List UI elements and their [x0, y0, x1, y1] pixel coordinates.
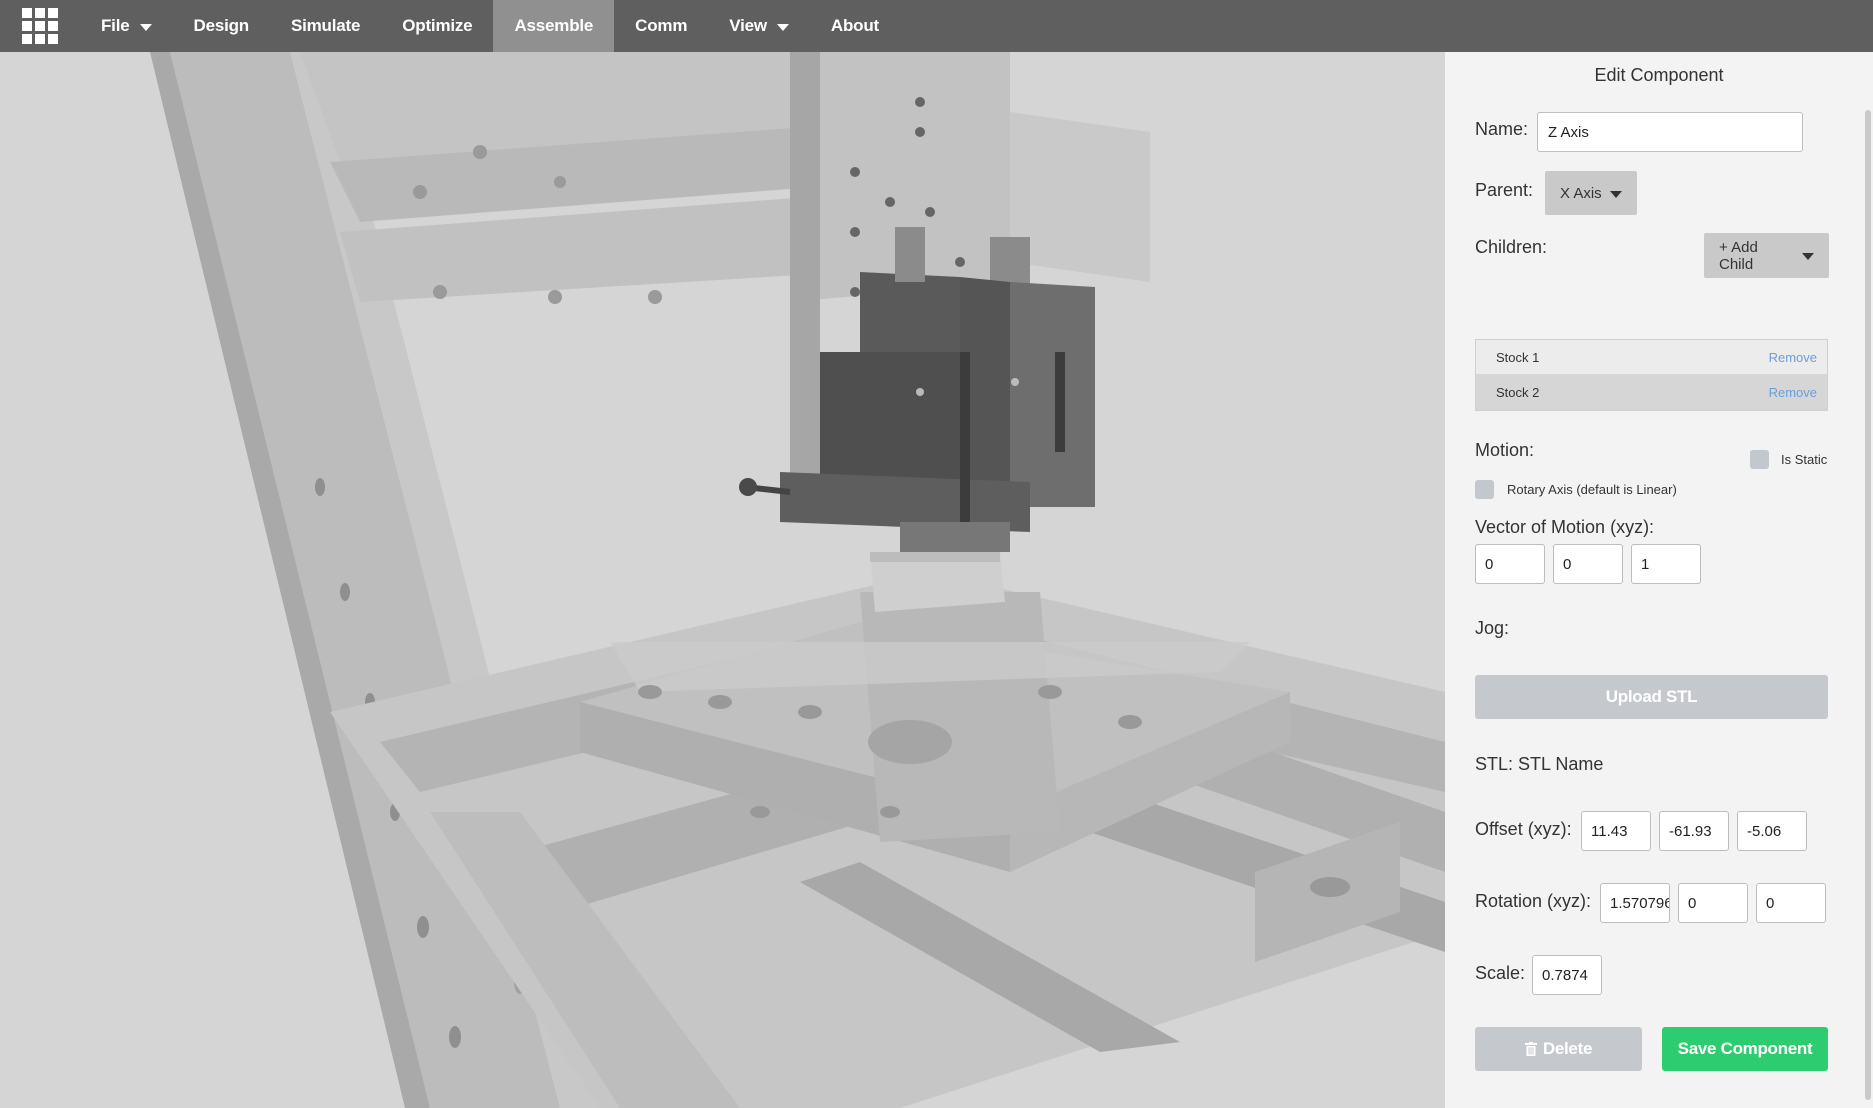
- chevron-down-icon: [776, 23, 789, 31]
- vector-x-input[interactable]: 0: [1475, 544, 1545, 584]
- vector-z-input[interactable]: 1: [1631, 544, 1701, 584]
- list-item: Stock 1 Remove: [1476, 340, 1827, 375]
- list-item: Stock 2 Remove: [1476, 375, 1827, 410]
- nav-file-label: File: [101, 16, 130, 35]
- rotation-label: Rotation (xyz):: [1475, 891, 1592, 911]
- machine-model-render: [0, 52, 1445, 1108]
- offset-y-input[interactable]: -61.93: [1659, 811, 1729, 851]
- nav-about-label: About: [830, 16, 879, 35]
- parent-dropdown-value: X Axis: [1560, 184, 1602, 202]
- motion-label: Motion:: [1475, 440, 1535, 460]
- scale-label: Scale:: [1475, 963, 1526, 983]
- name-input[interactable]: Z Axis: [1537, 112, 1803, 152]
- stl-label: STL:: [1475, 754, 1514, 774]
- child-name: Stock 2: [1496, 385, 1540, 400]
- rotary-axis-checkbox[interactable]: [1475, 480, 1494, 499]
- vector-y-input[interactable]: 0: [1553, 544, 1623, 584]
- chevron-down-icon: [1802, 253, 1814, 260]
- upload-stl-label: Upload STL: [1605, 687, 1698, 706]
- nav-view[interactable]: View: [708, 0, 810, 52]
- nav-comm[interactable]: Comm: [614, 0, 708, 52]
- nav-optimize[interactable]: Optimize: [381, 0, 493, 52]
- nav-assemble-label: Assemble: [514, 16, 594, 35]
- offset-x-input[interactable]: 11.43: [1581, 811, 1651, 851]
- name-label: Name:: [1475, 119, 1529, 139]
- upload-stl-button[interactable]: Upload STL: [1475, 675, 1828, 719]
- scale-input[interactable]: 0.7874: [1532, 955, 1602, 995]
- remove-child-link[interactable]: Remove: [1769, 350, 1817, 365]
- nav-view-label: View: [729, 16, 767, 35]
- add-child-dropdown[interactable]: + Add Child: [1704, 233, 1829, 278]
- parent-dropdown[interactable]: X Axis: [1545, 171, 1637, 215]
- nav-design[interactable]: Design: [173, 0, 270, 52]
- is-static-label: Is Static: [1781, 452, 1828, 467]
- save-component-label: Save Component: [1677, 1039, 1813, 1058]
- chevron-down-icon: [139, 23, 152, 31]
- rotation-y-input[interactable]: 0: [1678, 883, 1748, 923]
- save-component-button[interactable]: Save Component: [1662, 1027, 1828, 1071]
- top-navbar: File Design Simulate Optimize Assemble C…: [0, 0, 1873, 52]
- 3d-viewport[interactable]: [0, 52, 1445, 1108]
- nav-optimize-label: Optimize: [402, 16, 473, 35]
- add-child-label: + Add Child: [1719, 238, 1758, 273]
- children-label: Children:: [1475, 237, 1548, 257]
- edit-component-panel: Edit Component Name: Z Axis Parent: X Ax…: [1445, 52, 1873, 1108]
- vector-label: Vector of Motion (xyz):: [1475, 517, 1655, 537]
- rotation-z-input[interactable]: 0: [1756, 883, 1826, 923]
- nav-simulate-label: Simulate: [290, 16, 361, 35]
- rotation-x-input[interactable]: 1.5707963: [1600, 883, 1670, 923]
- panel-scrollbar[interactable]: [1865, 110, 1871, 1100]
- offset-label: Offset (xyz):: [1475, 819, 1572, 839]
- delete-label: Delete: [1542, 1039, 1593, 1058]
- children-list: Stock 1 Remove Stock 2 Remove: [1475, 339, 1828, 411]
- is-static-checkbox[interactable]: [1750, 450, 1769, 469]
- nav-assemble[interactable]: Assemble: [493, 0, 615, 52]
- stl-name: STL Name: [1518, 754, 1604, 774]
- app-grid-icon[interactable]: [0, 0, 80, 52]
- parent-label: Parent:: [1475, 180, 1534, 200]
- nav-about[interactable]: About: [810, 0, 900, 52]
- remove-child-link[interactable]: Remove: [1769, 385, 1817, 400]
- nav-simulate[interactable]: Simulate: [270, 0, 381, 52]
- chevron-down-icon: [1609, 190, 1622, 198]
- child-name: Stock 1: [1496, 349, 1540, 365]
- nav-comm-label: Comm: [635, 16, 688, 35]
- rotary-axis-label: Rotary Axis (default is Linear): [1507, 482, 1677, 497]
- nav-file[interactable]: File: [80, 0, 173, 52]
- delete-button[interactable]: Delete: [1475, 1027, 1642, 1071]
- nav-design-label: Design: [193, 16, 250, 35]
- jog-label: Jog:: [1475, 618, 1510, 638]
- offset-z-input[interactable]: -5.06: [1737, 811, 1807, 851]
- panel-title: Edit Component: [1594, 65, 1724, 85]
- trash-icon: [1524, 1042, 1537, 1056]
